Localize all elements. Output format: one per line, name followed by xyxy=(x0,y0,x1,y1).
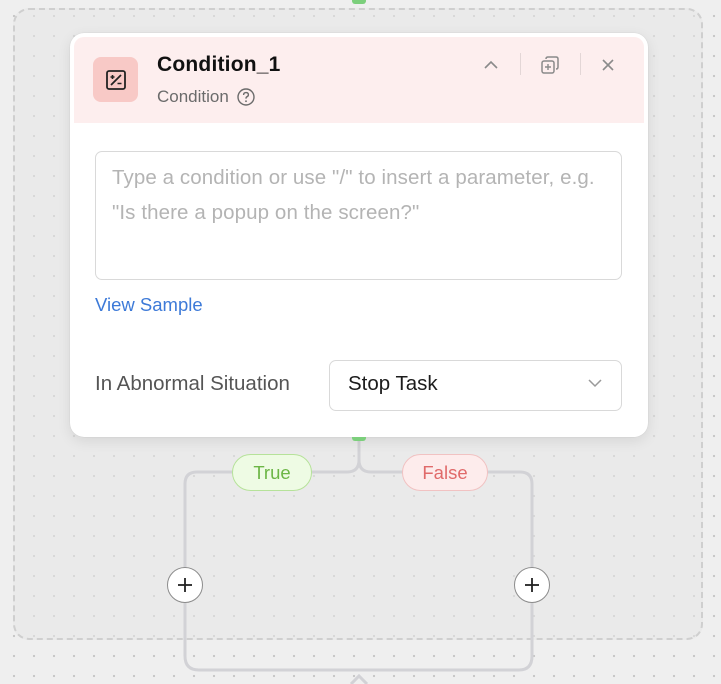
abnormal-situation-label: In Abnormal Situation xyxy=(95,372,290,395)
condition-icon xyxy=(93,57,138,102)
plus-icon xyxy=(178,578,192,592)
chevron-up-icon xyxy=(484,60,498,69)
false-branch-label: False xyxy=(402,454,488,491)
plus-icon xyxy=(525,578,539,592)
close-button[interactable] xyxy=(594,51,622,79)
condition-placeholder: Type a condition or use "/" to insert a … xyxy=(112,166,595,224)
add-step-false-button[interactable] xyxy=(514,567,550,603)
collapse-button[interactable] xyxy=(477,51,505,79)
duplicate-icon xyxy=(541,56,559,74)
abnormal-situation-value: Stop Task xyxy=(348,372,438,395)
node-header: Condition_1 Condition xyxy=(74,37,644,123)
output-connector[interactable] xyxy=(352,437,366,441)
close-icon xyxy=(602,59,614,71)
true-branch-label: True xyxy=(232,454,312,491)
node-title[interactable]: Condition_1 xyxy=(157,53,281,77)
abnormal-situation-select[interactable]: Stop Task xyxy=(329,360,622,411)
condition-node-card[interactable]: Condition_1 Condition Type a condition o… xyxy=(70,33,648,437)
header-divider xyxy=(520,53,521,75)
condition-input[interactable]: Type a condition or use "/" to insert a … xyxy=(95,151,622,280)
view-sample-link[interactable]: View Sample xyxy=(95,294,203,316)
add-step-true-button[interactable] xyxy=(167,567,203,603)
node-type: Condition xyxy=(157,87,255,107)
duplicate-button[interactable] xyxy=(536,51,564,79)
chevron-down-icon xyxy=(588,379,602,388)
header-divider xyxy=(580,53,581,75)
node-type-label: Condition xyxy=(157,87,229,106)
help-icon[interactable] xyxy=(237,88,255,106)
